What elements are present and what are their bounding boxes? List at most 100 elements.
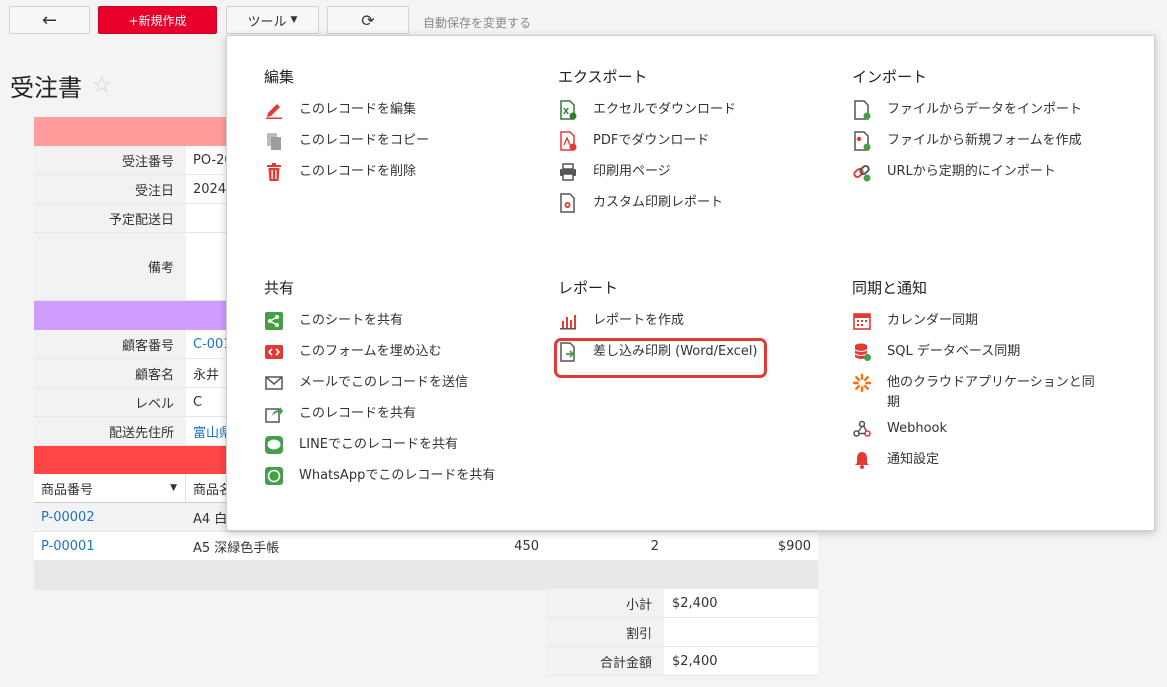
menu-item-webhook[interactable]: Webhook [852, 419, 1107, 450]
star-icon[interactable]: ☆ [92, 73, 112, 98]
database-icon [852, 342, 878, 362]
menu-item-label: LINEでこのレコードを共有 [299, 437, 459, 452]
table-footer [34, 561, 818, 590]
section-header [34, 301, 226, 330]
menu-section-title: 編集 [264, 68, 295, 86]
field-link[interactable]: 富山県 [186, 417, 226, 445]
menu-item-excel-download[interactable]: X エクセルでダウンロード [558, 100, 736, 131]
menu-item-notification-settings[interactable]: 通知設定 [852, 450, 1107, 481]
field-label: 顧客番号 [34, 330, 186, 358]
field-value[interactable] [186, 204, 226, 232]
menu-item-print-page[interactable]: 印刷用ページ [558, 162, 736, 193]
caret-down-icon[interactable]: ▼ [170, 483, 177, 493]
product-code-link[interactable]: P-00001 [34, 532, 186, 560]
menu-item-edit-record[interactable]: このレコードを編集 [264, 100, 429, 131]
copy-icon [264, 131, 290, 151]
field-value[interactable]: PO-20 [186, 146, 226, 174]
column-header-label: 商品番号 [41, 482, 94, 498]
highlight-box [554, 338, 767, 378]
menu-item-label: 通知設定 [887, 452, 940, 467]
menu-item-label: 他のクラウドアプリケーションと同期 [887, 375, 1095, 410]
amount: $900 [777, 538, 811, 554]
total-label: 小計 [546, 589, 664, 617]
total-value: $2,400 [664, 647, 818, 675]
menu-section-export: エクスポート X エクセルでダウンロード PDFでダウンロード 印刷用ページ カ… [558, 66, 736, 224]
field-value[interactable]: 2024/ [186, 175, 226, 203]
total-label: 合計金額 [546, 647, 664, 675]
menu-item-cloud-sync[interactable]: 他のクラウドアプリケーションと同期 [852, 373, 1107, 413]
product-code-link[interactable]: P-00002 [34, 503, 186, 531]
menu-section-title: インポート [852, 68, 928, 86]
field-label: 配送先住所 [34, 417, 186, 445]
menu-item-label: メールでこのレコードを送信 [299, 375, 469, 390]
menu-item-share-sheet[interactable]: このシートを共有 [264, 311, 495, 342]
menu-item-label: このレコードを削除 [299, 164, 417, 179]
menu-item-share-line[interactable]: LINEでこのレコードを共有 [264, 435, 495, 466]
bar-chart-icon [558, 311, 584, 331]
menu-item-label: ファイルからデータをインポート [887, 102, 1083, 117]
menu-item-label: このシートを共有 [299, 313, 404, 328]
table-row[interactable]: P-00001 A5 深緑色手帳 450 2 $900 [34, 532, 818, 561]
menu-item-create-form[interactable]: ファイルから新規フォームを作成 [852, 131, 1082, 162]
custom-print-icon [558, 193, 584, 213]
menu-item-calendar-sync[interactable]: カレンダー同期 [852, 311, 1107, 342]
refresh-button[interactable]: ⟳ [327, 6, 409, 34]
menu-item-pdf-download[interactable]: PDFでダウンロード [558, 131, 736, 162]
menu-section-share: 共有 このシートを共有 このフォームを埋め込む メールでこのレコードを送信 この… [264, 277, 495, 497]
menu-item-label: このレコードをコピー [299, 133, 430, 148]
total-label: 割引 [546, 618, 664, 646]
total-row: 合計金額 $2,400 [546, 647, 818, 676]
printer-icon [558, 162, 584, 182]
new-record-button[interactable]: +新規作成 [98, 6, 217, 34]
menu-section-edit: 編集 このレコードを編集 このレコードをコピー このレコードを削除 [264, 66, 429, 193]
field-row: 顧客番号C-001 [34, 330, 226, 359]
section-header [34, 446, 226, 475]
embed-icon [264, 342, 290, 362]
cloud-sync-icon [852, 373, 878, 393]
total-row: 小計 $2,400 [546, 589, 818, 618]
calendar-icon [852, 311, 878, 331]
trash-icon [264, 162, 290, 182]
menu-item-copy-record[interactable]: このレコードをコピー [264, 131, 429, 162]
column-header[interactable]: 商品番号 ▼ [34, 474, 186, 502]
total-value [664, 618, 818, 646]
menu-section-title: エクスポート [558, 68, 648, 86]
menu-section-title: レポート [558, 279, 619, 297]
menu-item-label: ファイルから新規フォームを作成 [887, 133, 1082, 148]
field-label: 顧客名 [34, 359, 186, 387]
field-value[interactable]: C [186, 388, 226, 416]
pdf-icon [558, 131, 584, 151]
autosave-link[interactable]: 自動保存を変更する [423, 14, 531, 31]
svg-text:X: X [563, 107, 570, 116]
pencil-icon [264, 100, 290, 120]
menu-item-embed-form[interactable]: このフォームを埋め込む [264, 342, 495, 373]
webhook-icon [852, 419, 878, 439]
menu-item-custom-print[interactable]: カスタム印刷レポート [558, 193, 736, 224]
tools-dropdown-menu: 編集 このレコードを編集 このレコードをコピー このレコードを削除 エクスポート… [226, 35, 1155, 531]
menu-item-label: SQL データベース同期 [887, 344, 1021, 359]
field-link[interactable]: C-001 [186, 330, 226, 358]
file-import-icon [852, 100, 878, 120]
tools-button[interactable]: ツール ▼ [226, 6, 319, 34]
menu-item-label: カレンダー同期 [887, 313, 979, 328]
menu-item-import-data[interactable]: ファイルからデータをインポート [852, 100, 1082, 131]
section-header [34, 117, 226, 146]
field-value[interactable] [186, 233, 226, 300]
product-name: A5 深緑色手帳 [193, 540, 280, 556]
menu-item-label: Webhook [887, 421, 948, 436]
quantity: 2 [650, 538, 659, 554]
menu-item-share-record[interactable]: このレコードを共有 [264, 404, 495, 435]
field-row: 予定配送日 [34, 204, 226, 233]
menu-item-share-whatsapp[interactable]: WhatsAppでこのレコードを共有 [264, 466, 495, 497]
menu-item-sql-sync[interactable]: SQL データベース同期 [852, 342, 1107, 373]
field-label: 受注日 [34, 175, 186, 203]
line-icon [264, 435, 290, 455]
menu-item-label: WhatsAppでこのレコードを共有 [299, 468, 496, 483]
total-value: $2,400 [664, 589, 818, 617]
back-button[interactable]: ← [9, 6, 90, 34]
menu-item-url-import[interactable]: URLから定期的にインポート [852, 162, 1082, 193]
menu-item-delete-record[interactable]: このレコードを削除 [264, 162, 429, 193]
menu-item-send-email[interactable]: メールでこのレコードを送信 [264, 373, 495, 404]
field-value[interactable]: 永井 [186, 359, 226, 387]
page-title-text: 受注書 [10, 74, 82, 102]
